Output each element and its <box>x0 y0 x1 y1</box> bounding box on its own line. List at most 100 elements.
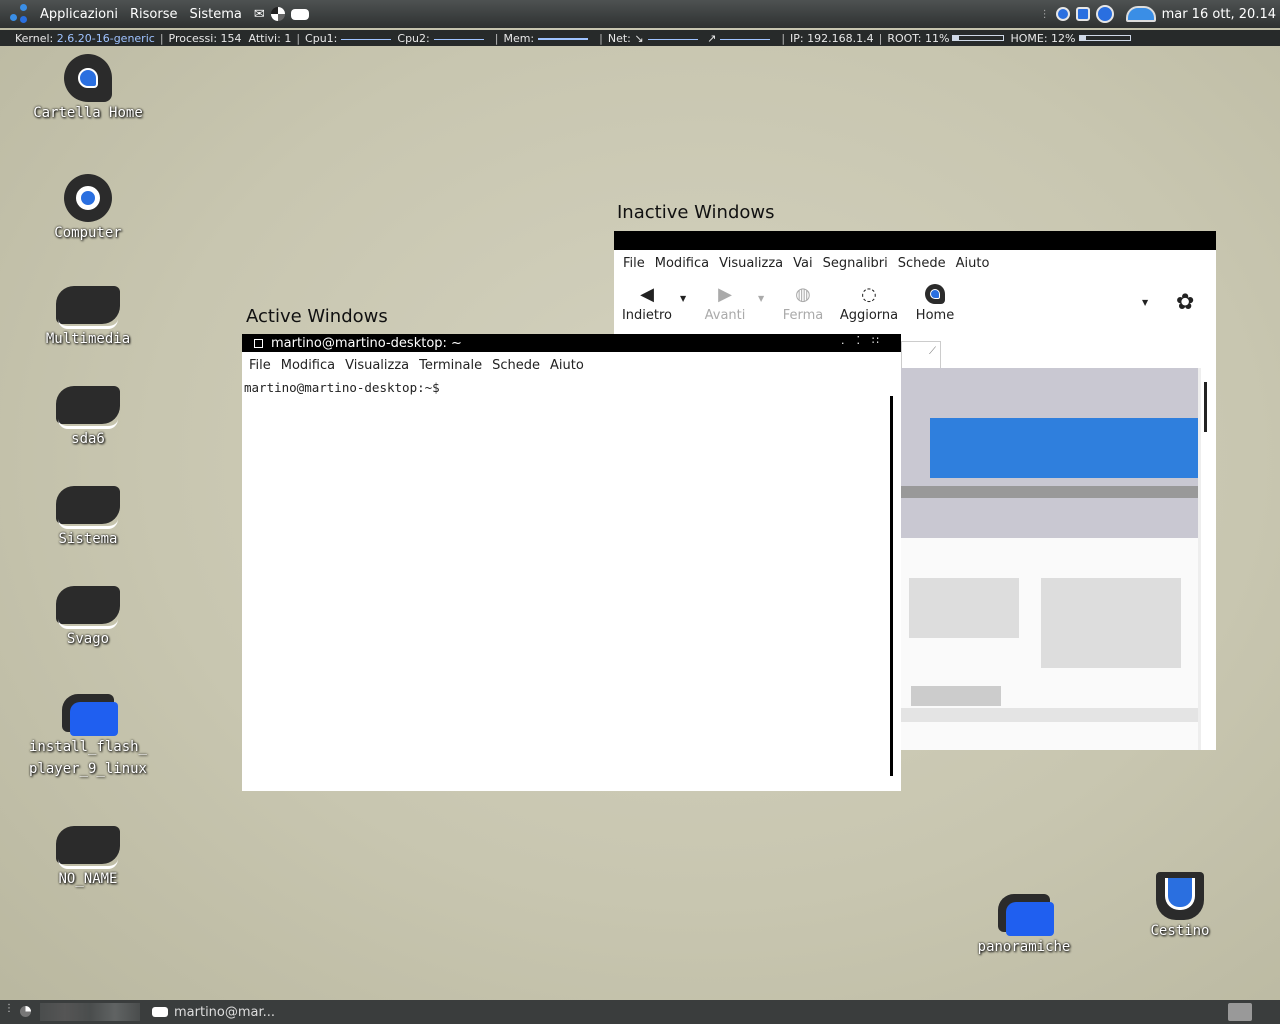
menu-sistema[interactable]: Sistema <box>183 7 247 22</box>
terminal-titlebar[interactable]: martino@martino-desktop: ~ .⁚∷ <box>242 334 901 352</box>
drive-icon <box>56 826 120 869</box>
browser-menu-modifica[interactable]: Modifica <box>650 256 714 271</box>
terminal-menu-visualizza[interactable]: Visualizza <box>340 358 414 373</box>
desktop-icon-multimedia[interactable]: Multimedia <box>28 280 148 350</box>
browser-menu-segnalibri[interactable]: Segnalibri <box>818 256 893 271</box>
desktop-icon-computer[interactable]: Computer <box>28 174 148 244</box>
reload-label: Aggiorna <box>839 308 899 323</box>
trash-applet-icon[interactable] <box>1228 1003 1252 1021</box>
up-arrow-icon: ↗ <box>707 31 717 45</box>
active-value: 1 <box>284 31 292 45</box>
desktop-icon-svago[interactable]: Svago <box>28 580 148 650</box>
stop-button[interactable]: ◍ Ferma <box>770 276 836 323</box>
desktop-icon-label: Multimedia <box>45 331 131 347</box>
mail-icon[interactable]: ✉ <box>254 7 265 22</box>
active-label: Attivi: <box>248 31 281 45</box>
home-label: Home <box>915 308 955 323</box>
browser-titlebar[interactable] <box>614 231 1216 250</box>
desktop-icon-label: Svago <box>66 631 110 647</box>
trash-icon <box>1156 872 1204 920</box>
terminal-prompt[interactable]: martino@martino-desktop:~$ <box>242 378 901 397</box>
toolbar-overflow-icon[interactable]: ▼ <box>1142 298 1148 307</box>
back-history-dropdown-icon[interactable]: ▼ <box>680 276 692 303</box>
forward-history-dropdown-icon[interactable]: ▼ <box>758 276 770 303</box>
home-folder-icon <box>64 54 112 102</box>
mem-label: Mem: <box>503 31 535 45</box>
browser-tab[interactable]: ⟋ <box>901 341 941 368</box>
maximize-icon[interactable]: ⁚ <box>857 334 873 347</box>
home-button[interactable]: Home <box>902 276 968 323</box>
home-label: HOME: <box>1010 31 1048 45</box>
terminal-scrollbar[interactable] <box>890 396 893 776</box>
taskbar-item-label: martino@mar... <box>174 1004 276 1020</box>
top-panel: Applicazioni Risorse Sistema ✉ ⋮ mar 16 … <box>0 0 1280 28</box>
menu-risorse[interactable]: Risorse <box>124 7 184 22</box>
active-windows-heading: Active Windows <box>246 306 388 327</box>
gnome-foot-icon[interactable]: ✿ <box>1176 290 1194 315</box>
drive-icon <box>56 486 120 529</box>
drive-icon <box>56 286 120 329</box>
desktop-icon-sistema[interactable]: Sistema <box>28 480 148 550</box>
distro-logo-icon[interactable] <box>10 4 30 24</box>
terminal-menu-aiuto[interactable]: Aiuto <box>545 358 589 373</box>
pie-icon[interactable] <box>270 7 285 21</box>
home-bar <box>1078 35 1131 41</box>
browser-menubar: File Modifica Visualizza Vai Segnalibri … <box>614 250 1216 276</box>
weather-icon[interactable] <box>1125 6 1156 22</box>
minimize-icon[interactable]: . <box>841 334 857 347</box>
desktop-icon-install-flash[interactable]: install_flash_ player_9_linux <box>28 688 148 780</box>
net-down-graph <box>647 37 698 40</box>
cpu1-graph <box>341 37 392 40</box>
root-label: ROOT: <box>887 31 922 45</box>
reload-button[interactable]: ◌ Aggiorna <box>836 276 902 323</box>
processes-value: 154 <box>220 31 242 45</box>
terminal-menu-modifica[interactable]: Modifica <box>276 358 340 373</box>
desktop-icon-label: panoramiche <box>977 939 1071 955</box>
update-icon[interactable] <box>1075 7 1090 21</box>
browser-menu-file[interactable]: File <box>618 256 650 271</box>
cpu1-label: Cpu1: <box>305 31 338 45</box>
conky-monitor: Kernel: 2.6.20-16-generic | Processi: 154… <box>0 30 1280 46</box>
separator-icon: ⋮ <box>4 1003 14 1014</box>
file-icon <box>998 894 1054 936</box>
menu-applicazioni[interactable]: Applicazioni <box>34 7 124 22</box>
workspace-switcher[interactable] <box>40 1003 140 1021</box>
net-label: Net: <box>607 31 631 45</box>
desktop-icon-no-name[interactable]: NO_NAME <box>28 820 148 890</box>
desktop-icon-home[interactable]: Cartella Home <box>28 54 148 124</box>
terminal-menu-schede[interactable]: Schede <box>487 358 545 373</box>
browser-toolbar: ◀ Indietro ▼ ▶ Avanti ▼ ◍ Ferma ◌ Aggior… <box>614 276 1216 326</box>
forward-button[interactable]: ▶ Avanti <box>692 276 758 323</box>
window-menu-icon[interactable] <box>254 338 263 348</box>
show-desktop-icon[interactable] <box>20 1006 31 1017</box>
inactive-windows-heading: Inactive Windows <box>617 202 775 223</box>
separator-icon: ⋮ <box>1039 8 1050 20</box>
browser-menu-schede[interactable]: Schede <box>893 256 951 271</box>
terminal-menu-file[interactable]: File <box>244 358 276 373</box>
terminal-menu-terminale[interactable]: Terminale <box>414 358 487 373</box>
browser-menu-vai[interactable]: Vai <box>788 256 817 271</box>
tab-resize-icon: ⟋ <box>929 346 936 357</box>
stop-icon: ◍ <box>795 284 811 305</box>
kernel-value: 2.6.20-16-generic <box>56 31 155 45</box>
network-icon[interactable] <box>1055 7 1070 21</box>
reload-icon: ◌ <box>861 284 877 305</box>
root-value: 11% <box>925 31 950 45</box>
down-arrow-icon: ↘ <box>634 31 644 45</box>
desktop-icon-sda6[interactable]: sda6 <box>28 380 148 450</box>
file-icon <box>62 694 118 736</box>
terminal-window[interactable]: martino@martino-desktop: ~ .⁚∷ File Modi… <box>242 334 901 791</box>
taskbar-item-terminal[interactable]: martino@mar... <box>152 1002 275 1022</box>
browser-menu-visualizza[interactable]: Visualizza <box>714 256 788 271</box>
terminal-icon <box>152 1007 168 1017</box>
desktop-icon-panoramiche[interactable]: panoramiche <box>964 888 1084 958</box>
clock[interactable]: mar 16 ott, 20.14 <box>1162 7 1276 22</box>
home-icon <box>902 284 968 306</box>
terminal-launcher-icon[interactable] <box>290 8 309 20</box>
browser-menu-aiuto[interactable]: Aiuto <box>951 256 995 271</box>
desktop-icon-cestino[interactable]: Cestino <box>1120 872 1240 942</box>
sound-icon[interactable] <box>1095 5 1114 23</box>
close-icon[interactable]: ∷ <box>872 334 891 347</box>
net-up-graph <box>720 37 771 40</box>
back-button[interactable]: ◀ Indietro <box>614 276 680 323</box>
